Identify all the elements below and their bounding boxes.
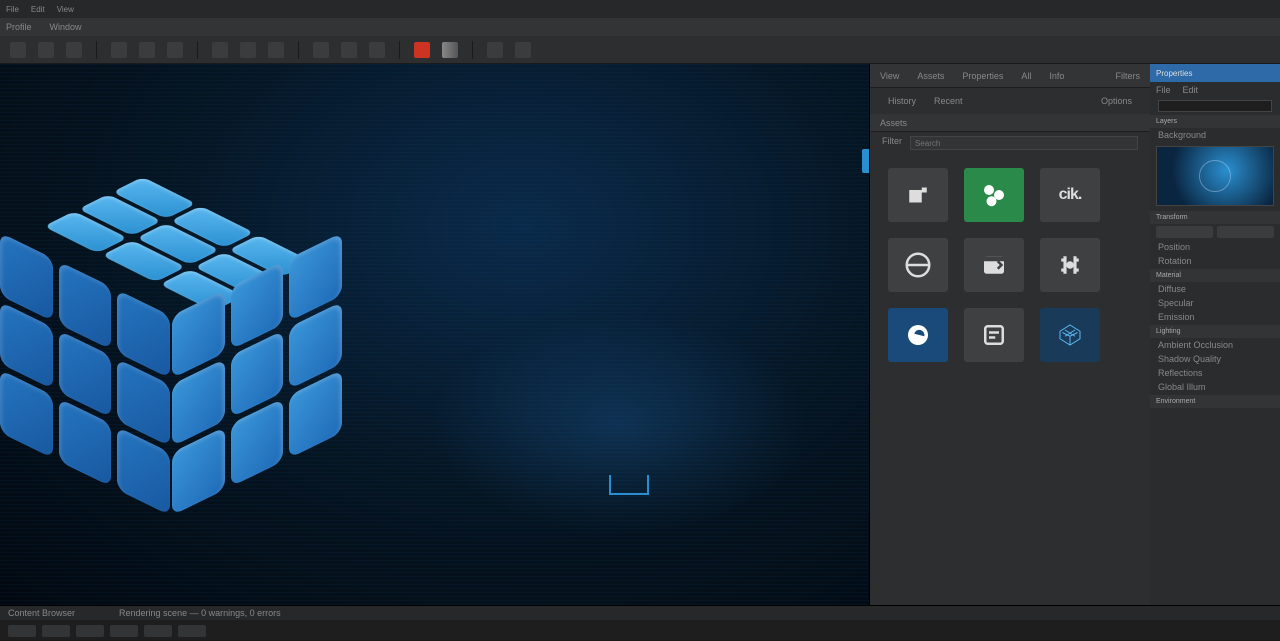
menu-window[interactable]: Window [50,22,82,32]
row-position: Position [1150,240,1280,254]
status-text: Rendering scene — 0 warnings, 0 errors [119,608,281,618]
asset-cik[interactable]: cik. [1040,168,1100,222]
section-transform[interactable]: Transform [1150,211,1280,224]
separator [197,41,198,59]
tool-gradient[interactable] [442,42,458,58]
row-rotation: Rotation [1150,254,1280,268]
timeline-controls [0,620,1280,641]
tool-record[interactable] [414,42,430,58]
row-background[interactable]: Background [1150,128,1280,142]
separator [298,41,299,59]
subtab-history[interactable]: History [884,94,920,108]
tab-view[interactable]: View [880,71,899,81]
tool-snap[interactable] [111,42,127,58]
tool-export[interactable] [369,42,385,58]
viewport-3d[interactable] [0,64,870,605]
section-environment[interactable]: Environment [1150,395,1280,408]
tool-lock[interactable] [268,42,284,58]
timeline-stop[interactable] [110,625,138,637]
tool-group[interactable] [240,42,256,58]
filter-label: Filter [882,136,902,150]
timeline-loop[interactable] [144,625,172,637]
timeline-next[interactable] [76,625,104,637]
toolbar [0,36,1280,64]
asset-panel: View Assets Properties All Info Filters … [870,64,1150,605]
row-emission[interactable]: Emission [1150,310,1280,324]
properties-panel: Properties File Edit Layers Background T… [1150,64,1280,605]
asset-form[interactable] [964,308,1024,362]
menu-file[interactable]: File [6,5,19,14]
filter-input[interactable] [910,136,1138,150]
menubar: Profile Window [0,18,1280,36]
row-specular[interactable]: Specular [1150,296,1280,310]
cube-object[interactable] [10,174,350,554]
prop-tab-file[interactable]: File [1156,85,1171,95]
titlebar: File Edit View [0,0,1280,18]
row-shadow[interactable]: Shadow Quality [1150,352,1280,366]
separator [472,41,473,59]
preview-thumbnail[interactable] [1156,146,1274,206]
bottom-panel: Content Browser Rendering scene — 0 warn… [0,605,1280,640]
tool-fit[interactable] [515,42,531,58]
menu-view[interactable]: View [57,5,74,14]
tab-assets[interactable]: Assets [917,71,944,81]
asset-bracket[interactable] [1040,238,1100,292]
row-reflect[interactable]: Reflections [1150,366,1280,380]
subtab-recent[interactable]: Recent [930,94,967,108]
menu-edit[interactable]: Edit [31,5,45,14]
asset-header-label: Assets [880,118,907,128]
field-position[interactable] [1156,226,1213,238]
viewport-glow [429,315,809,535]
tool-render[interactable] [341,42,357,58]
tab-filters[interactable]: Filters [1116,71,1141,81]
row-gi[interactable]: Global Illum [1150,380,1280,394]
timeline-prev[interactable] [8,625,36,637]
section-lighting[interactable]: Lighting [1150,325,1280,338]
menu-profile[interactable]: Profile [6,22,32,32]
separator [96,41,97,59]
tab-all[interactable]: All [1021,71,1031,81]
section-layers[interactable]: Layers [1150,115,1280,128]
asset-package[interactable] [888,168,948,222]
tool-move[interactable] [38,42,54,58]
splitter-handle[interactable] [862,149,870,173]
tool-layer[interactable] [212,42,228,58]
asset-window[interactable] [964,238,1024,292]
asset-shapes[interactable] [964,168,1024,222]
tab-properties[interactable]: Properties [962,71,1003,81]
tool-play[interactable] [313,42,329,58]
section-material[interactable]: Material [1150,269,1280,282]
timeline-frame[interactable] [178,625,206,637]
tool-select[interactable] [10,42,26,58]
asset-header-tabs: View Assets Properties All Info Filters [870,64,1150,88]
tool-grid[interactable] [139,42,155,58]
tool-rotate[interactable] [66,42,82,58]
asset-mesh[interactable] [1040,308,1100,362]
timeline-play[interactable] [42,625,70,637]
viewport-marker [609,475,649,495]
row-ao[interactable]: Ambient Occlusion [1150,338,1280,352]
asset-sphere[interactable] [888,308,948,362]
prop-tab-edit[interactable]: Edit [1183,85,1199,95]
separator [399,41,400,59]
asset-disc[interactable] [888,238,948,292]
row-diffuse[interactable]: Diffuse [1150,282,1280,296]
asset-grid: cik. [870,158,1150,372]
tool-align[interactable] [167,42,183,58]
properties-search[interactable] [1158,100,1272,112]
tool-zoom[interactable] [487,42,503,58]
tab-info[interactable]: Info [1049,71,1064,81]
subtab-options[interactable]: Options [1097,94,1136,108]
bottom-tab-content[interactable]: Content Browser [8,608,75,618]
properties-header: Properties [1150,64,1280,82]
field-rotation[interactable] [1217,226,1274,238]
